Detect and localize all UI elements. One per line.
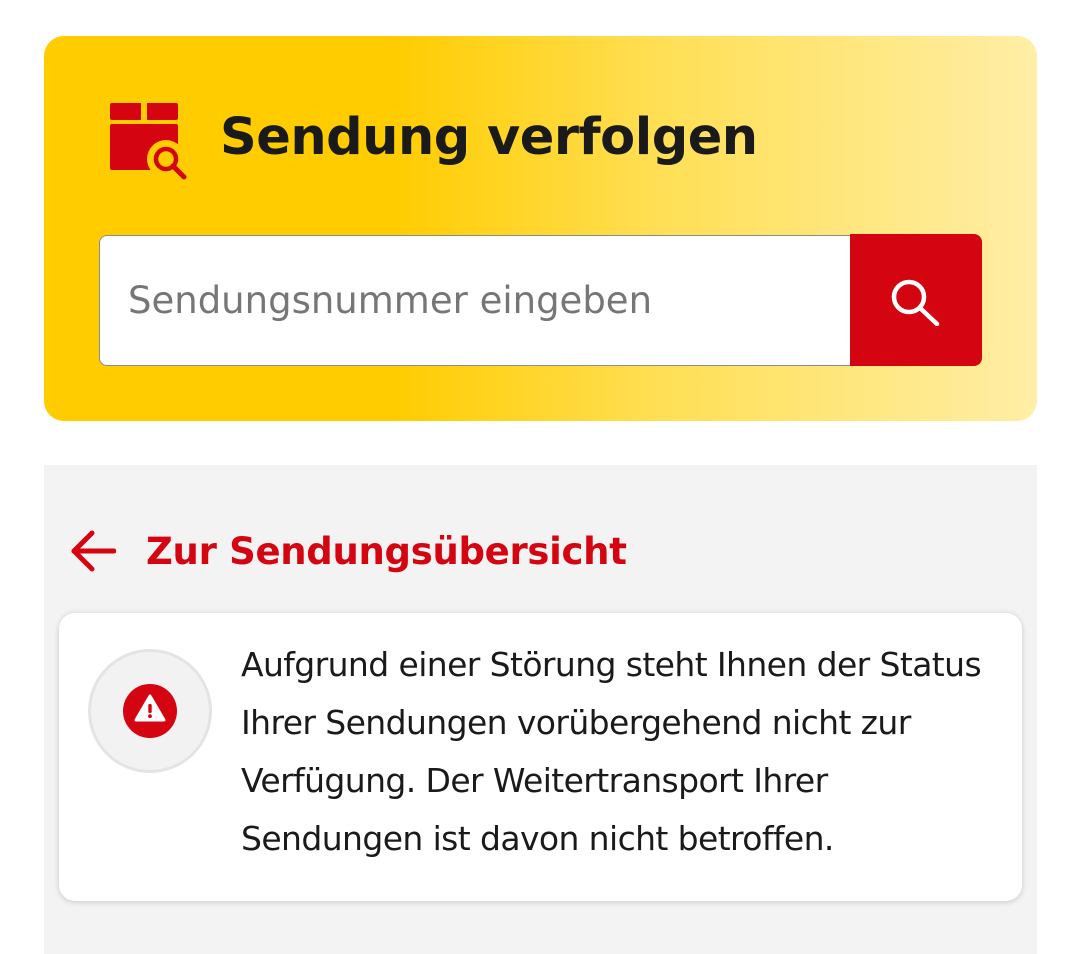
arrow-left-icon	[71, 530, 116, 572]
search-icon	[891, 279, 940, 326]
back-to-overview-link[interactable]: Zur Sendungsübersicht	[70, 522, 627, 580]
warning-icon	[123, 684, 177, 738]
search-button[interactable]	[850, 234, 982, 366]
package-search-icon	[110, 103, 187, 180]
page-title: Sendung verfolgen	[220, 108, 758, 167]
notice-message: Aufgrund einer Störung steht Ihnen der S…	[241, 645, 982, 858]
tracking-number-input[interactable]	[99, 235, 851, 366]
back-link-label: Zur Sendungsübersicht	[146, 529, 627, 573]
